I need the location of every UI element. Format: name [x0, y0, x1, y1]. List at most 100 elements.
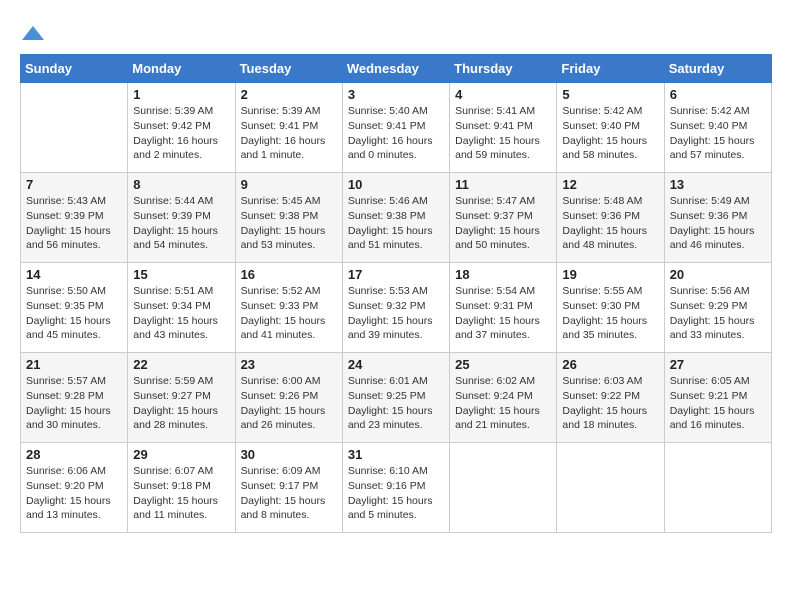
- day-info: Sunrise: 5:55 AM Sunset: 9:30 PM Dayligh…: [562, 284, 658, 343]
- day-number: 15: [133, 267, 229, 282]
- day-info: Sunrise: 6:02 AM Sunset: 9:24 PM Dayligh…: [455, 374, 551, 433]
- calendar-table: SundayMondayTuesdayWednesdayThursdayFrid…: [20, 54, 772, 533]
- calendar-cell: 16 Sunrise: 5:52 AM Sunset: 9:33 PM Dayli…: [235, 263, 342, 353]
- calendar-cell: 10 Sunrise: 5:46 AM Sunset: 9:38 PM Dayli…: [342, 173, 449, 263]
- day-number: 16: [241, 267, 337, 282]
- calendar-cell: 18 Sunrise: 5:54 AM Sunset: 9:31 PM Dayli…: [450, 263, 557, 353]
- day-info: Sunrise: 5:45 AM Sunset: 9:38 PM Dayligh…: [241, 194, 337, 253]
- calendar-header-row: SundayMondayTuesdayWednesdayThursdayFrid…: [21, 55, 772, 83]
- calendar-week-row: 28 Sunrise: 6:06 AM Sunset: 9:20 PM Dayli…: [21, 443, 772, 533]
- calendar-cell: 17Sunrise: 5:53 AM Sunset: 9:32 PM Dayli…: [342, 263, 449, 353]
- day-number: 21: [26, 357, 122, 372]
- header-cell-wednesday: Wednesday: [342, 55, 449, 83]
- day-info: Sunrise: 6:10 AM Sunset: 9:16 PM Dayligh…: [348, 464, 444, 523]
- calendar-week-row: 14 Sunrise: 5:50 AM Sunset: 9:35 PM Dayli…: [21, 263, 772, 353]
- day-number: 7: [26, 177, 122, 192]
- day-number: 3: [348, 87, 444, 102]
- day-number: 27: [670, 357, 766, 372]
- day-info: Sunrise: 5:54 AM Sunset: 9:31 PM Dayligh…: [455, 284, 551, 343]
- calendar-week-row: 7 Sunrise: 5:43 AM Sunset: 9:39 PM Daylig…: [21, 173, 772, 263]
- day-info: Sunrise: 6:00 AM Sunset: 9:26 PM Dayligh…: [241, 374, 337, 433]
- day-number: 24: [348, 357, 444, 372]
- day-info: Sunrise: 6:09 AM Sunset: 9:17 PM Dayligh…: [241, 464, 337, 523]
- day-info: Sunrise: 5:46 AM Sunset: 9:38 PM Dayligh…: [348, 194, 444, 253]
- calendar-cell: 5 Sunrise: 5:42 AM Sunset: 9:40 PM Daylig…: [557, 83, 664, 173]
- header-cell-tuesday: Tuesday: [235, 55, 342, 83]
- calendar-cell: [664, 443, 771, 533]
- logo-text: [20, 20, 44, 44]
- day-number: 4: [455, 87, 551, 102]
- header-cell-saturday: Saturday: [664, 55, 771, 83]
- calendar-cell: 29 Sunrise: 6:07 AM Sunset: 9:18 PM Dayli…: [128, 443, 235, 533]
- calendar-cell: 2 Sunrise: 5:39 AM Sunset: 9:41 PM Daylig…: [235, 83, 342, 173]
- header-cell-thursday: Thursday: [450, 55, 557, 83]
- calendar-cell: 8 Sunrise: 5:44 AM Sunset: 9:39 PM Daylig…: [128, 173, 235, 263]
- day-number: 11: [455, 177, 551, 192]
- day-info: Sunrise: 5:40 AM Sunset: 9:41 PM Dayligh…: [348, 104, 444, 163]
- day-info: Sunrise: 5:50 AM Sunset: 9:35 PM Dayligh…: [26, 284, 122, 343]
- day-number: 20: [670, 267, 766, 282]
- calendar-cell: 4 Sunrise: 5:41 AM Sunset: 9:41 PM Daylig…: [450, 83, 557, 173]
- day-info: Sunrise: 5:42 AM Sunset: 9:40 PM Dayligh…: [562, 104, 658, 163]
- day-info: Sunrise: 5:51 AM Sunset: 9:34 PM Dayligh…: [133, 284, 229, 343]
- calendar-cell: [21, 83, 128, 173]
- calendar-cell: 13Sunrise: 5:49 AM Sunset: 9:36 PM Dayli…: [664, 173, 771, 263]
- calendar-cell: 7 Sunrise: 5:43 AM Sunset: 9:39 PM Daylig…: [21, 173, 128, 263]
- day-number: 10: [348, 177, 444, 192]
- day-info: Sunrise: 5:57 AM Sunset: 9:28 PM Dayligh…: [26, 374, 122, 433]
- header-cell-sunday: Sunday: [21, 55, 128, 83]
- day-number: 5: [562, 87, 658, 102]
- day-info: Sunrise: 5:52 AM Sunset: 9:33 PM Dayligh…: [241, 284, 337, 343]
- day-info: Sunrise: 5:43 AM Sunset: 9:39 PM Dayligh…: [26, 194, 122, 253]
- calendar-cell: 14 Sunrise: 5:50 AM Sunset: 9:35 PM Dayli…: [21, 263, 128, 353]
- calendar-cell: 28 Sunrise: 6:06 AM Sunset: 9:20 PM Dayli…: [21, 443, 128, 533]
- calendar-cell: [450, 443, 557, 533]
- day-info: Sunrise: 5:44 AM Sunset: 9:39 PM Dayligh…: [133, 194, 229, 253]
- header-cell-monday: Monday: [128, 55, 235, 83]
- day-number: 8: [133, 177, 229, 192]
- calendar-cell: 6Sunrise: 5:42 AM Sunset: 9:40 PM Daylig…: [664, 83, 771, 173]
- day-number: 26: [562, 357, 658, 372]
- calendar-cell: 23 Sunrise: 6:00 AM Sunset: 9:26 PM Dayli…: [235, 353, 342, 443]
- day-info: Sunrise: 6:07 AM Sunset: 9:18 PM Dayligh…: [133, 464, 229, 523]
- day-info: Sunrise: 5:39 AM Sunset: 9:41 PM Dayligh…: [241, 104, 337, 163]
- header: [20, 20, 772, 44]
- day-number: 6: [670, 87, 766, 102]
- day-info: Sunrise: 6:03 AM Sunset: 9:22 PM Dayligh…: [562, 374, 658, 433]
- calendar-cell: 27Sunrise: 6:05 AM Sunset: 9:21 PM Dayli…: [664, 353, 771, 443]
- day-number: 31: [348, 447, 444, 462]
- calendar-cell: 31 Sunrise: 6:10 AM Sunset: 9:16 PM Dayli…: [342, 443, 449, 533]
- day-info: Sunrise: 5:41 AM Sunset: 9:41 PM Dayligh…: [455, 104, 551, 163]
- day-number: 23: [241, 357, 337, 372]
- day-number: 1: [133, 87, 229, 102]
- day-number: 18: [455, 267, 551, 282]
- calendar-cell: 12 Sunrise: 5:48 AM Sunset: 9:36 PM Dayli…: [557, 173, 664, 263]
- day-number: 2: [241, 87, 337, 102]
- calendar-week-row: 1 Sunrise: 5:39 AM Sunset: 9:42 PM Daylig…: [21, 83, 772, 173]
- calendar-cell: 1 Sunrise: 5:39 AM Sunset: 9:42 PM Daylig…: [128, 83, 235, 173]
- calendar-cell: [557, 443, 664, 533]
- calendar-cell: 21 Sunrise: 5:57 AM Sunset: 9:28 PM Dayli…: [21, 353, 128, 443]
- day-info: Sunrise: 5:56 AM Sunset: 9:29 PM Dayligh…: [670, 284, 766, 343]
- day-number: 12: [562, 177, 658, 192]
- calendar-cell: 19Sunrise: 5:55 AM Sunset: 9:30 PM Dayli…: [557, 263, 664, 353]
- calendar-cell: 9 Sunrise: 5:45 AM Sunset: 9:38 PM Daylig…: [235, 173, 342, 263]
- calendar-cell: 25 Sunrise: 6:02 AM Sunset: 9:24 PM Dayli…: [450, 353, 557, 443]
- day-number: 14: [26, 267, 122, 282]
- calendar-cell: 30 Sunrise: 6:09 AM Sunset: 9:17 PM Dayli…: [235, 443, 342, 533]
- day-number: 25: [455, 357, 551, 372]
- logo-icon: [22, 26, 44, 40]
- day-number: 30: [241, 447, 337, 462]
- day-number: 9: [241, 177, 337, 192]
- calendar-cell: 22Sunrise: 5:59 AM Sunset: 9:27 PM Dayli…: [128, 353, 235, 443]
- day-info: Sunrise: 6:06 AM Sunset: 9:20 PM Dayligh…: [26, 464, 122, 523]
- day-number: 28: [26, 447, 122, 462]
- day-number: 29: [133, 447, 229, 462]
- day-info: Sunrise: 5:48 AM Sunset: 9:36 PM Dayligh…: [562, 194, 658, 253]
- calendar-cell: 24Sunrise: 6:01 AM Sunset: 9:25 PM Dayli…: [342, 353, 449, 443]
- header-cell-friday: Friday: [557, 55, 664, 83]
- day-info: Sunrise: 5:47 AM Sunset: 9:37 PM Dayligh…: [455, 194, 551, 253]
- day-number: 13: [670, 177, 766, 192]
- calendar-body: 1 Sunrise: 5:39 AM Sunset: 9:42 PM Daylig…: [21, 83, 772, 533]
- day-info: Sunrise: 5:39 AM Sunset: 9:42 PM Dayligh…: [133, 104, 229, 163]
